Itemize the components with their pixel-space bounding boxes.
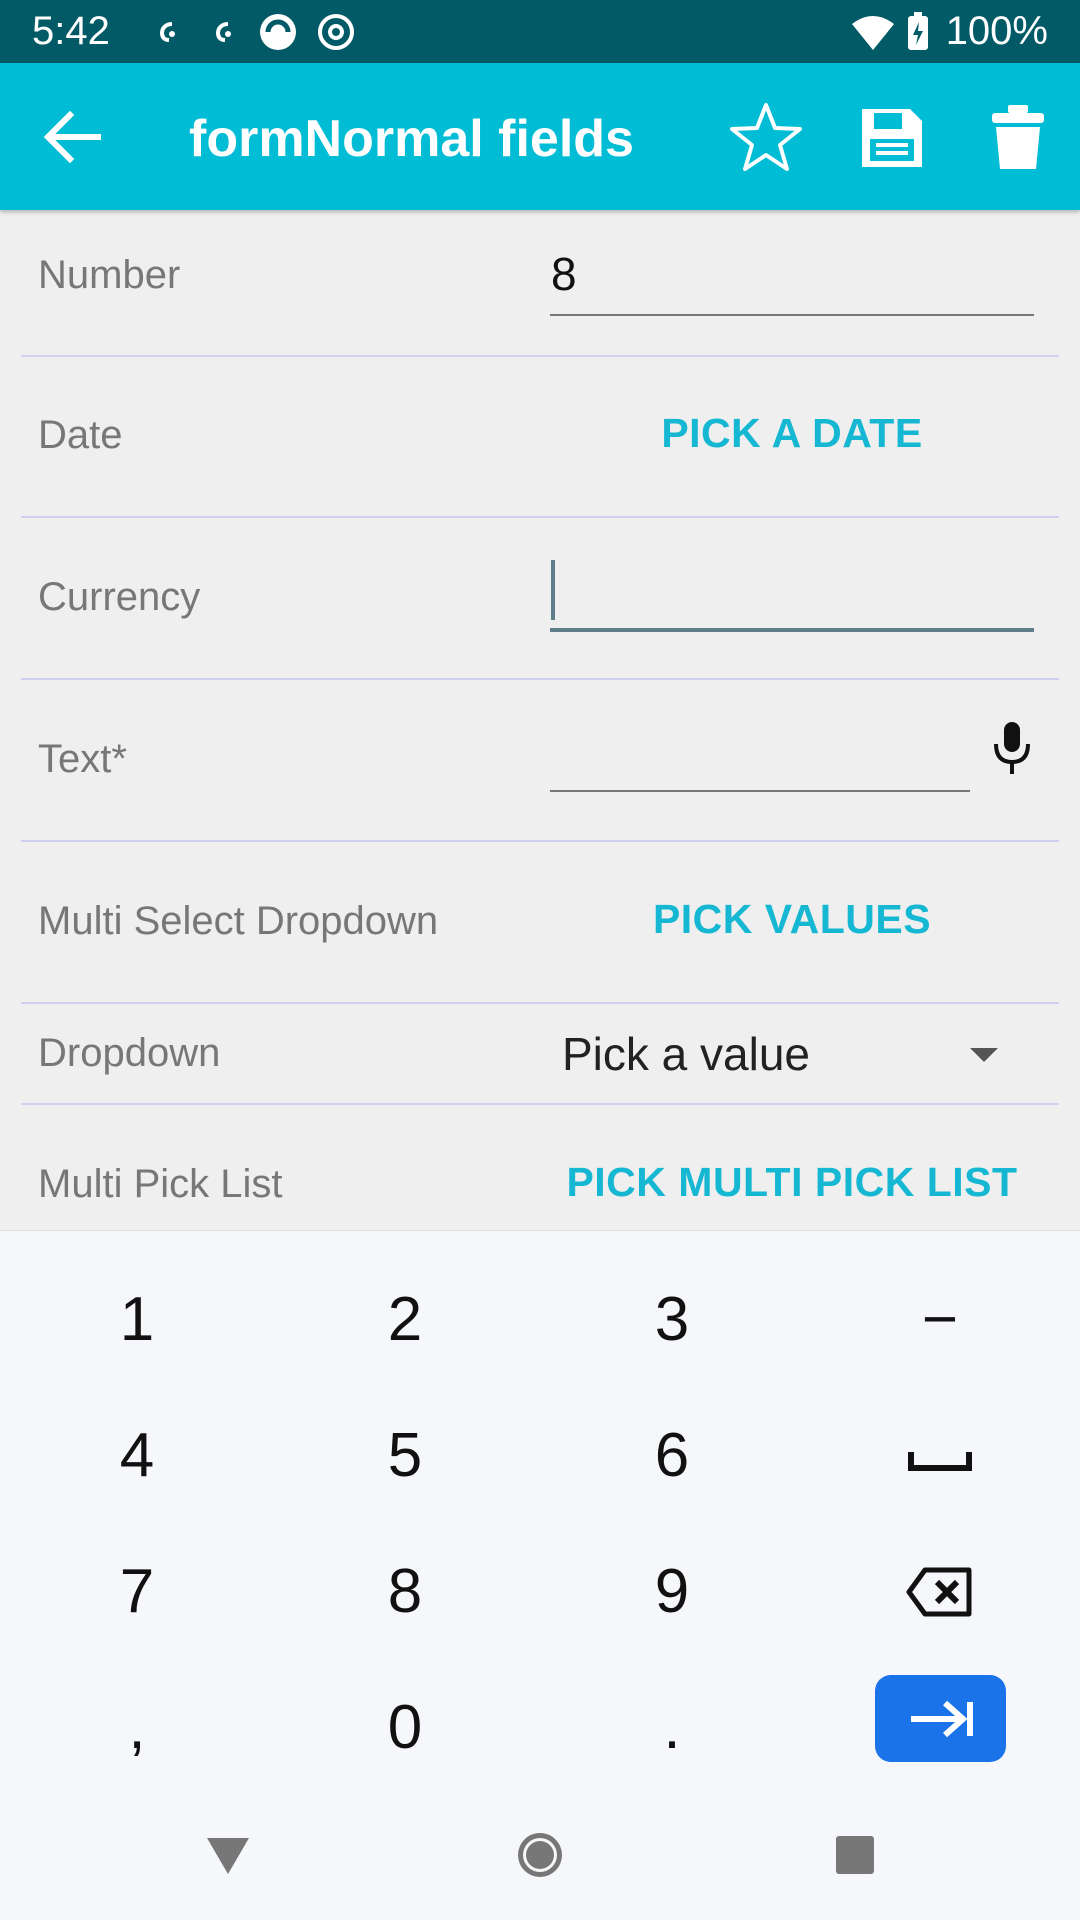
recents-square-icon: [836, 1836, 874, 1874]
app-notification-icon: [258, 12, 298, 52]
form-row-multi-pick-list: Multi Pick List PICK MULTI PICK LIST: [21, 1105, 1059, 1230]
space-icon: [908, 1452, 972, 1471]
notification-icon: [148, 12, 188, 52]
app-bar: formNormal fields: [0, 63, 1080, 210]
key-8[interactable]: 8: [305, 1537, 505, 1647]
star-outline-icon: [730, 103, 802, 171]
wifi-icon: [850, 12, 896, 52]
pick-date-button[interactable]: PICK A DATE: [550, 410, 1034, 456]
number-input[interactable]: 8: [551, 248, 1031, 300]
key-5[interactable]: 5: [305, 1401, 505, 1511]
microphone-button[interactable]: [987, 718, 1037, 778]
date-label: Date: [38, 413, 123, 457]
microphone-icon: [994, 722, 1030, 774]
sync-icon: [316, 12, 356, 52]
key-4[interactable]: 4: [37, 1401, 237, 1511]
number-label: Number: [38, 253, 181, 297]
form-row-multi-select: Multi Select Dropdown PICK VALUES: [21, 842, 1059, 1002]
back-triangle-icon: [207, 1838, 249, 1874]
back-button[interactable]: [36, 101, 108, 173]
dropdown-label: Dropdown: [38, 1031, 221, 1075]
form-row-currency: Currency: [21, 518, 1059, 678]
page-title: formNormal fields: [189, 110, 634, 168]
back-arrow-icon: [43, 110, 101, 164]
save-button[interactable]: [854, 99, 930, 175]
status-bar: 5:42 100%: [0, 0, 1080, 63]
trash-icon: [992, 105, 1044, 169]
key-3[interactable]: 3: [572, 1265, 772, 1375]
battery-percentage: 100%: [945, 9, 1048, 53]
status-time: 5:42: [32, 9, 110, 53]
text-input[interactable]: [551, 720, 969, 784]
battery-icon: [906, 12, 930, 52]
home-circle-icon: [518, 1833, 562, 1877]
form: Number 8 Date PICK A DATE Currency Text*…: [0, 210, 1080, 1230]
text-input-underline: [550, 790, 970, 792]
save-icon: [862, 109, 922, 167]
key-backspace[interactable]: [840, 1537, 1040, 1647]
multi-select-label: Multi Select Dropdown: [38, 899, 439, 943]
key-1[interactable]: 1: [37, 1265, 237, 1375]
currency-input-underline: [550, 628, 1034, 632]
pick-multi-pick-list-button[interactable]: PICK MULTI PICK LIST: [550, 1159, 1034, 1205]
key-comma[interactable]: ,: [37, 1673, 237, 1783]
currency-input[interactable]: [551, 558, 1031, 622]
recents-nav-button[interactable]: [830, 1830, 880, 1880]
tab-next-icon: [911, 1700, 973, 1738]
numeric-keyboard: 1 2 3 − 4 5 6 7 8 9 , 0 .: [0, 1230, 1080, 1791]
form-row-date: Date PICK A DATE: [21, 357, 1059, 517]
key-enter[interactable]: [875, 1675, 1006, 1762]
home-nav-button[interactable]: [515, 1830, 565, 1880]
key-6[interactable]: 6: [572, 1401, 772, 1511]
dropdown-selected-value: Pick a value: [562, 1028, 811, 1080]
number-input-underline: [550, 314, 1034, 316]
key-period[interactable]: .: [572, 1673, 772, 1783]
currency-label: Currency: [38, 575, 201, 619]
text-cursor: [551, 560, 555, 620]
favorite-button[interactable]: [728, 99, 804, 175]
delete-button[interactable]: [980, 99, 1056, 175]
pick-values-button[interactable]: PICK VALUES: [550, 896, 1034, 942]
key-7[interactable]: 7: [37, 1537, 237, 1647]
notification-icon: [204, 12, 244, 52]
form-row-text: Text*: [21, 680, 1059, 840]
dropdown-select[interactable]: Pick a value: [550, 1012, 1034, 1096]
key-0[interactable]: 0: [305, 1673, 505, 1783]
key-minus[interactable]: −: [840, 1265, 1040, 1375]
system-nav-bar: [0, 1790, 1080, 1920]
backspace-icon: [906, 1567, 972, 1617]
multi-pick-list-label: Multi Pick List: [38, 1162, 283, 1206]
text-label: Text*: [38, 737, 127, 781]
form-row-dropdown: Dropdown Pick a value: [21, 1004, 1059, 1104]
key-2[interactable]: 2: [305, 1265, 505, 1375]
key-9[interactable]: 9: [572, 1537, 772, 1647]
form-row-number: Number 8: [21, 210, 1059, 355]
chevron-down-icon: [970, 1048, 998, 1062]
key-space[interactable]: [840, 1401, 1040, 1511]
back-nav-button[interactable]: [203, 1830, 253, 1880]
